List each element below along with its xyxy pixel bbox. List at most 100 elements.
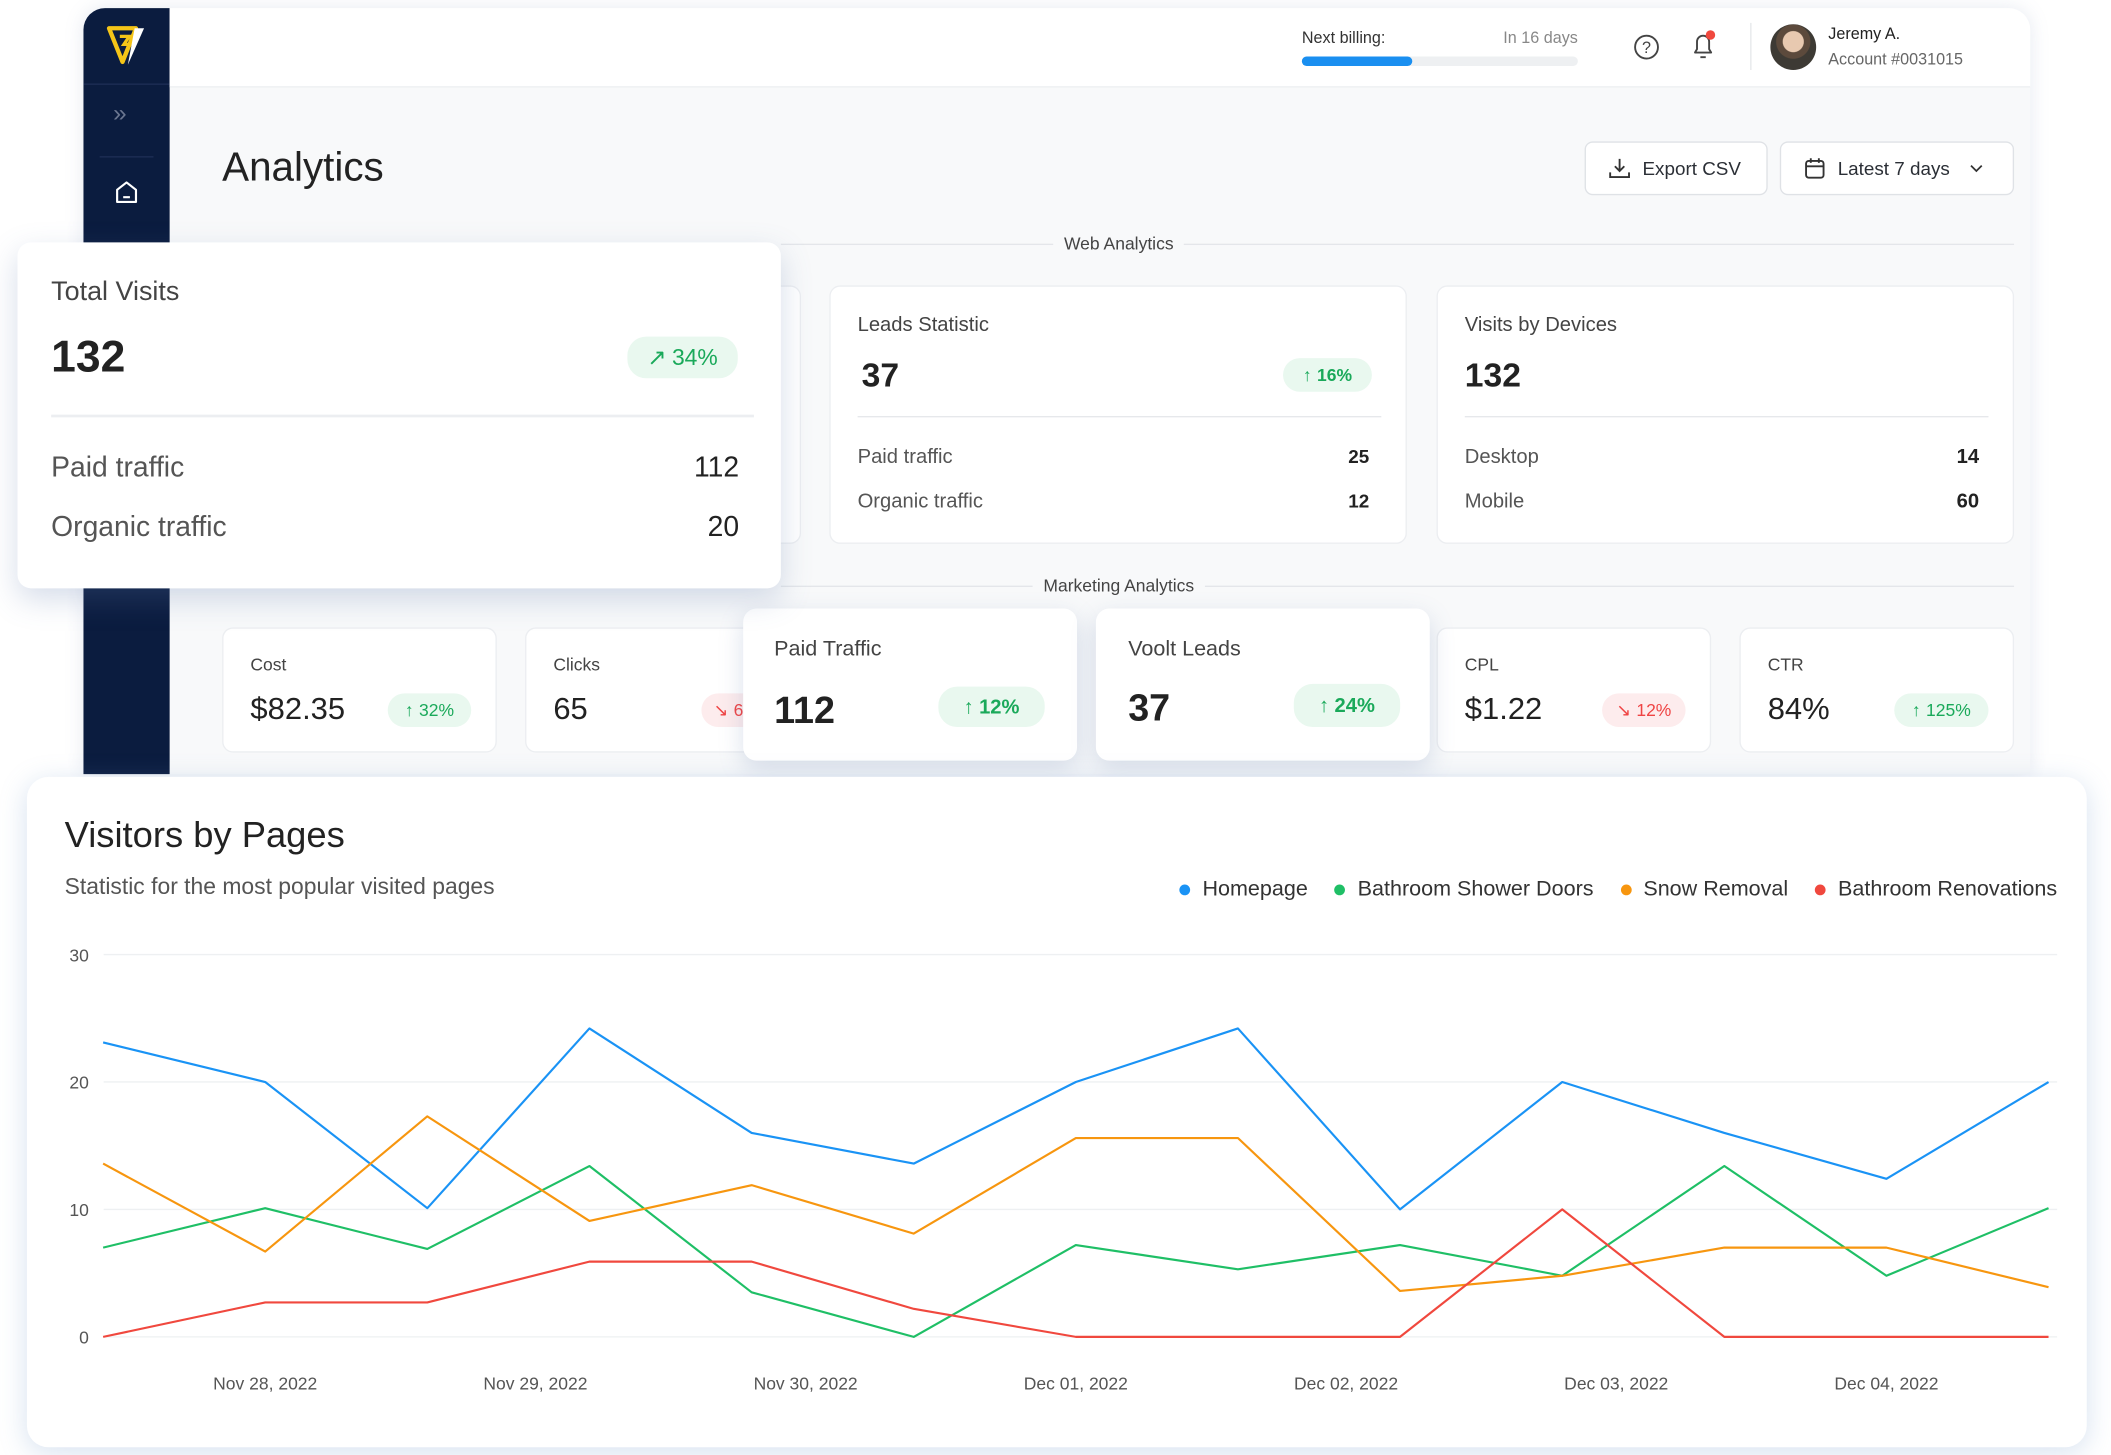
metric-card-cost: Cost $82.35 ↑ 32% — [222, 627, 497, 753]
avatar[interactable] — [1770, 24, 1817, 71]
page-title: Analytics — [222, 145, 384, 190]
card-value: 37 — [861, 356, 900, 395]
section-divider — [780, 585, 2015, 587]
arrow-up-icon: ↑ — [1911, 700, 1921, 721]
arrow-up-icon: ↑ — [404, 700, 414, 721]
billing-label: Next billing: — [1301, 28, 1386, 48]
card-title: Total Visits — [51, 277, 180, 307]
change-value: 12% — [979, 695, 1020, 719]
metric-card-ctr: CTR 84% ↑ 125% — [1739, 627, 2015, 753]
row-value: 12 — [1348, 490, 1370, 512]
line-chart: 0 10 20 30 Nov 28, 2022 Nov 29, 2022 Nov 30, 2… — [69, 945, 2058, 1393]
stat-row: Desktop 14 — [1465, 446, 1979, 469]
chevron-down-icon — [1970, 164, 1983, 173]
x-tick-label: Nov 30, 2022 — [754, 1373, 858, 1393]
y-tick-label: 0 — [79, 1328, 89, 1348]
metric-label: Clicks — [553, 654, 601, 675]
metric-value: $1.22 — [1464, 690, 1543, 726]
bell-icon[interactable] — [1688, 28, 1720, 63]
card-title: Visits by Devices — [1464, 313, 1618, 337]
divider — [857, 416, 1382, 418]
y-tick-label: 30 — [69, 945, 89, 965]
series-line-bathroom-renovations — [102, 1208, 2049, 1338]
x-tick-label: Dec 04, 2022 — [1834, 1373, 1938, 1393]
change-value: 12% — [1636, 700, 1672, 721]
card-title: Leads Statistic — [857, 313, 989, 337]
arrow-up-right-icon: ↗ — [647, 343, 667, 370]
billing-due: In 16 days — [1503, 28, 1578, 48]
metric-label: Cost — [250, 654, 287, 675]
visits-by-devices-card: Visits by Devices 132 Desktop 14 Mobile 60 — [1436, 285, 2015, 544]
row-label: Organic traffic — [857, 490, 983, 513]
row-label: Mobile — [1464, 490, 1525, 513]
metric-label: Paid Traffic — [774, 638, 882, 662]
change-badge: ↑ 125% — [1894, 693, 1989, 728]
metric-card-cpl: CPL $1.22 ↘ 12% — [1436, 627, 1712, 753]
change-value: 24% — [1334, 694, 1375, 717]
calendar-icon — [1805, 158, 1825, 179]
card-value: 132 — [51, 331, 126, 382]
y-tick-label: 10 — [69, 1200, 89, 1220]
series-line-homepage — [102, 1027, 2050, 1211]
metric-label: CPL — [1464, 654, 1499, 675]
stat-row: Paid traffic 112 — [51, 452, 739, 484]
x-tick-label: Nov 29, 2022 — [483, 1373, 587, 1393]
arrow-up-icon: ↑ — [1302, 364, 1312, 386]
divider — [51, 414, 754, 418]
header-divider — [1750, 22, 1752, 71]
stat-row: Organic traffic 12 — [858, 490, 1370, 513]
x-tick-label: Nov 28, 2022 — [213, 1373, 317, 1393]
row-label: Organic traffic — [51, 511, 227, 543]
row-value: 20 — [707, 511, 740, 543]
home-icon[interactable] — [113, 179, 140, 206]
date-range-select[interactable]: Latest 7 days — [1779, 141, 2015, 196]
date-range-label: Latest 7 days — [1837, 157, 1950, 180]
metric-value: 65 — [553, 690, 588, 726]
total-visits-card: Total Visits 132 ↗ 34% Paid traffic 112 Or… — [17, 242, 781, 589]
row-value: 60 — [1956, 490, 1980, 513]
section-marketing-analytics: Marketing Analytics — [1032, 575, 1205, 596]
export-csv-button[interactable]: Export CSV — [1584, 141, 1768, 196]
user-name: Jeremy A. — [1828, 24, 1901, 44]
section-web-analytics: Web Analytics — [1053, 233, 1185, 254]
row-label: Desktop — [1464, 445, 1539, 469]
expand-chevrons-icon[interactable]: » — [113, 100, 126, 128]
change-value: 16% — [1316, 364, 1353, 386]
svg-text:?: ? — [1642, 39, 1651, 57]
leads-statistic-card: Leads Statistic 37 ↑ 16% Paid traffic 25 O… — [829, 285, 1407, 544]
change-badge: ↑ 32% — [387, 693, 472, 728]
stat-row: Paid traffic 25 — [858, 446, 1370, 469]
billing-progress-fill — [1301, 56, 1413, 66]
arrow-up-icon: ↑ — [1319, 694, 1330, 717]
visitors-by-pages-card: Visitors by Pages Statistic for the most… — [26, 776, 2087, 1448]
row-label: Paid traffic — [51, 452, 185, 484]
row-label: Paid traffic — [857, 445, 953, 469]
metric-card-paid-traffic: Paid Traffic 112 ↑ 12% — [743, 608, 1078, 761]
change-value: 6 — [733, 700, 744, 721]
row-value: 25 — [1348, 445, 1370, 468]
stat-row: Organic traffic 20 — [51, 512, 739, 544]
change-badge: ↑ 12% — [938, 686, 1045, 728]
notification-dot — [1705, 30, 1716, 40]
x-tick-label: Dec 03, 2022 — [1564, 1373, 1668, 1393]
x-tick-label: Dec 01, 2022 — [1024, 1373, 1128, 1393]
metric-value: 37 — [1128, 686, 1171, 729]
metric-card-voolt-leads: Voolt Leads 37 ↑ 24% — [1095, 608, 1430, 761]
download-icon — [1609, 158, 1630, 178]
account-number: Account #0031015 — [1828, 49, 1964, 69]
metric-value: 84% — [1767, 690, 1830, 726]
voolt-logo-icon[interactable] — [106, 24, 146, 67]
card-value: 132 — [1464, 356, 1521, 395]
change-badge: ↑ 24% — [1293, 683, 1401, 728]
change-badge: ↘ 12% — [1602, 693, 1686, 728]
stat-row: Mobile 60 — [1465, 490, 1979, 513]
change-value: 125% — [1926, 700, 1971, 721]
help-icon[interactable]: ? — [1633, 34, 1660, 61]
arrow-up-icon: ↑ — [963, 695, 974, 719]
metric-label: CTR — [1767, 654, 1804, 675]
change-badge: ↑ 16% — [1283, 358, 1372, 392]
section-divider — [780, 243, 2015, 246]
x-tick-label: Dec 02, 2022 — [1294, 1373, 1398, 1393]
divider — [1464, 416, 1989, 418]
billing-progress — [1301, 56, 1578, 66]
